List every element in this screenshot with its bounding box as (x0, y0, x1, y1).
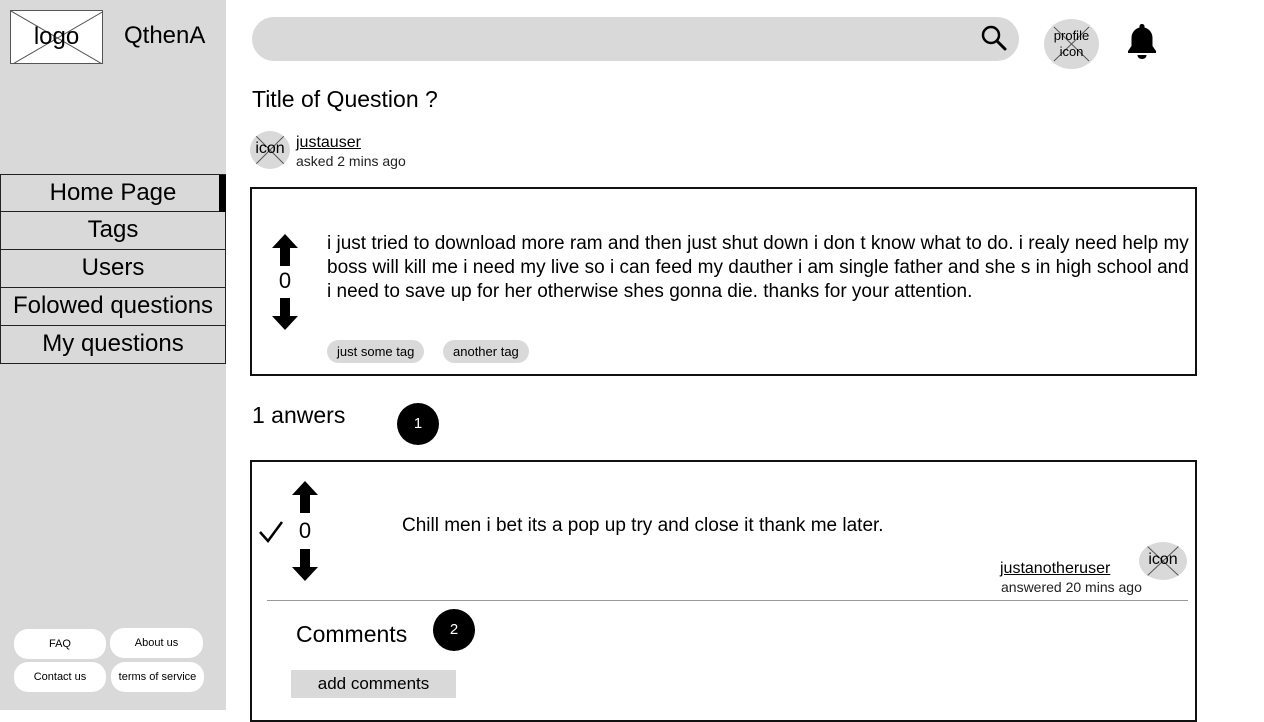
answer-time: answered 20 mins ago (1001, 579, 1142, 595)
answer-divider (267, 600, 1188, 601)
avatar-label: icon (255, 140, 285, 157)
downvote-arrow-icon[interactable] (291, 548, 319, 582)
tag-chip[interactable]: just some tag (327, 340, 425, 363)
profile-label-line2: icon (1059, 44, 1084, 59)
comments-title: Comments (296, 621, 408, 647)
answers-count-badge: 1 (397, 403, 439, 445)
avatar-label: icon (1148, 551, 1178, 568)
answer-author-avatar[interactable]: icon (1139, 542, 1187, 580)
contact-us-button[interactable]: Contact us (14, 662, 106, 692)
search-icon[interactable] (980, 24, 1008, 52)
sidebar-item-home-page[interactable]: Home Page (0, 174, 226, 212)
add-comments-button[interactable]: add comments (291, 670, 456, 698)
logo[interactable]: logo (10, 10, 103, 64)
upvote-arrow-icon[interactable] (271, 233, 299, 267)
question-author-avatar[interactable]: icon (250, 131, 290, 169)
question-vote-count: 0 (278, 268, 292, 293)
question-asked-time: asked 2 mins ago (296, 153, 406, 169)
accepted-checkmark-icon[interactable] (258, 520, 284, 544)
question-card: 0 i just tried to download more ram and … (250, 187, 1197, 376)
about-us-button[interactable]: About us (110, 628, 203, 658)
downvote-arrow-icon[interactable] (271, 297, 299, 331)
profile-label: profile icon (1044, 28, 1099, 60)
sidebar-item-tags[interactable]: Tags (0, 212, 226, 250)
profile-label-line1: profile (1053, 28, 1090, 43)
answer-author-link[interactable]: justanotheruser (1000, 560, 1110, 578)
brand-name[interactable]: QthenA (124, 22, 205, 50)
sidebar-nav: Home Page Tags Users Folowed questions M… (0, 174, 226, 364)
answer-body: Chill men i bet its a pop up try and clo… (402, 515, 884, 536)
comments-count-badge: 2 (433, 609, 475, 651)
faq-button[interactable]: FAQ (14, 629, 106, 659)
question-title: Title of Question ? (252, 86, 438, 112)
bell-icon[interactable] (1125, 22, 1159, 60)
logo-label: logo (33, 23, 80, 50)
sidebar-item-my-questions[interactable]: My questions (0, 326, 226, 364)
sidebar-item-followed-questions[interactable]: Folowed questions (0, 288, 226, 326)
question-author-link[interactable]: justauser (296, 134, 361, 152)
profile-icon[interactable]: profile icon (1044, 19, 1099, 69)
terms-of-service-button[interactable]: terms of service (111, 662, 204, 692)
upvote-arrow-icon[interactable] (291, 480, 319, 514)
sidebar: logo QthenA Home Page Tags Users Folowed… (0, 0, 226, 710)
search-input[interactable] (252, 17, 1019, 61)
sidebar-item-users[interactable]: Users (0, 250, 226, 288)
answer-card: 0 Chill men i bet its a pop up try and c… (250, 460, 1197, 722)
tag-chip[interactable]: another tag (443, 340, 529, 363)
answer-vote-count: 0 (298, 518, 312, 543)
answers-count-title: 1 anwers (252, 402, 346, 428)
question-body: i just tried to download more ram and th… (327, 233, 1189, 302)
